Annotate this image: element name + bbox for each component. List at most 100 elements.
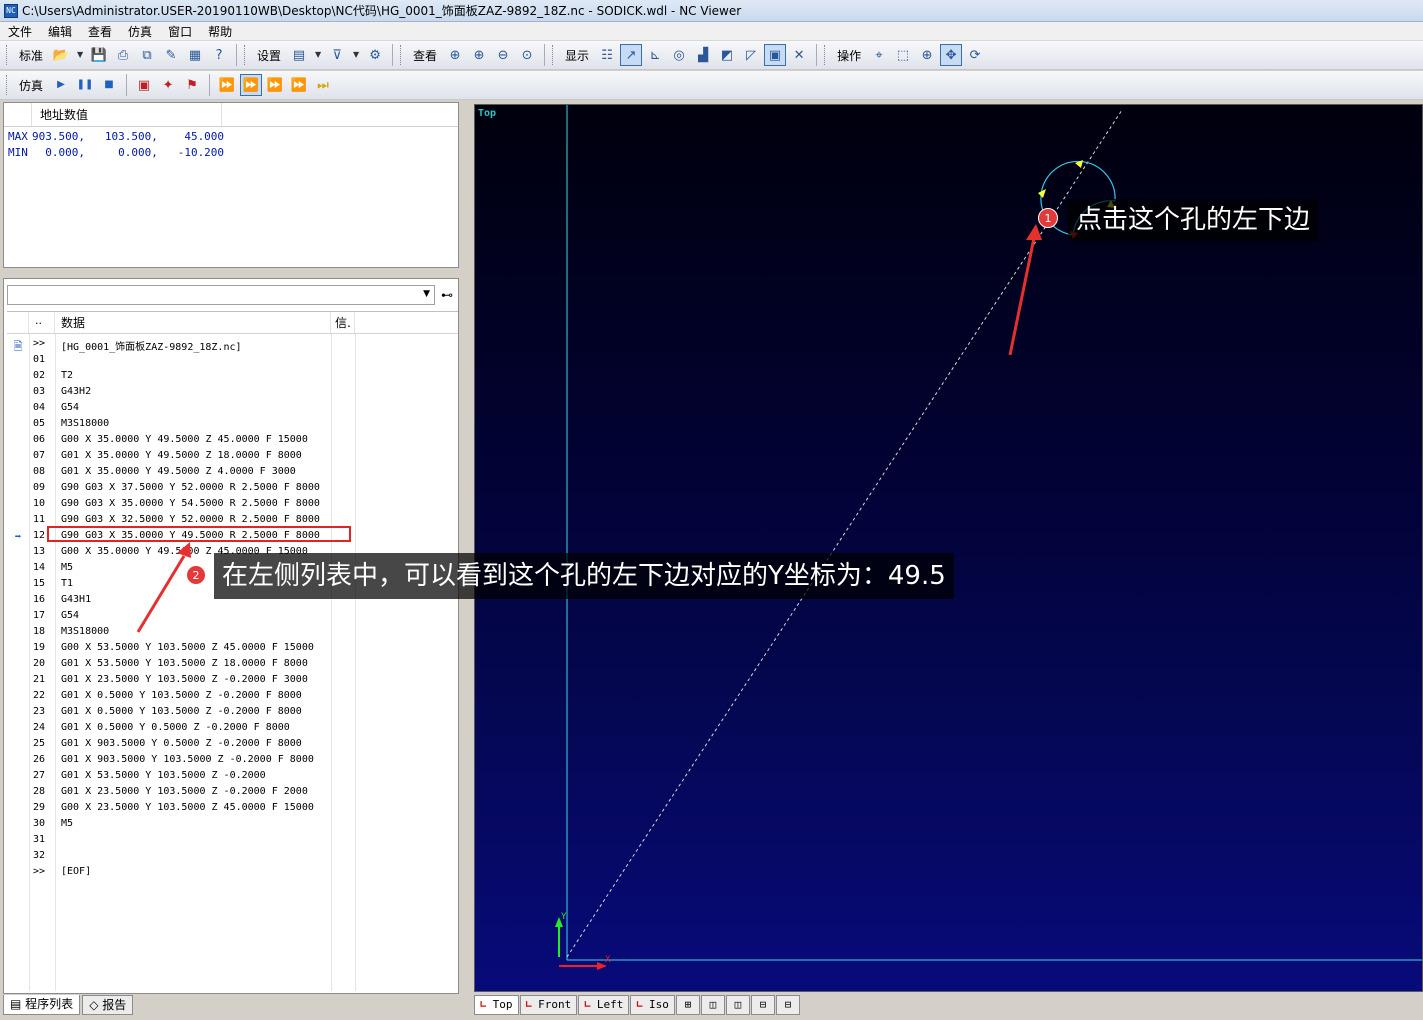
layout-button[interactable]: ◫ bbox=[725, 995, 750, 1015]
program-row[interactable]: 18 M3S18000 bbox=[7, 626, 458, 642]
header-data[interactable]: 数据 bbox=[55, 312, 331, 333]
layout-button[interactable]: ◫ bbox=[700, 995, 725, 1015]
tab-program-list[interactable]: ▤ 程序列表 bbox=[3, 995, 81, 1015]
program-row[interactable]: 17 G54 bbox=[7, 610, 458, 626]
tab-view-iso[interactable]: ∟ Iso bbox=[630, 995, 675, 1015]
edit-icon[interactable]: ✎ bbox=[160, 44, 182, 66]
line-number: 04 bbox=[33, 402, 46, 413]
toolbar-grip[interactable] bbox=[244, 45, 247, 65]
chevron-down-icon[interactable]: ▼ bbox=[312, 44, 324, 66]
save-icon[interactable]: 💾 bbox=[88, 44, 110, 66]
step-active-icon[interactable]: ⏩ bbox=[240, 74, 263, 96]
sim-option-icon[interactable]: ▣ bbox=[133, 74, 155, 96]
step-end-icon[interactable]: ⏭ bbox=[312, 74, 334, 96]
help-icon[interactable]: ? bbox=[208, 44, 230, 66]
zoom-fit-icon[interactable]: ⊙ bbox=[516, 44, 538, 66]
chevron-down-icon[interactable]: ▼ bbox=[350, 44, 362, 66]
tab-report[interactable]: ◇ 报告 bbox=[82, 995, 134, 1015]
list-view-icon[interactable]: ☷ bbox=[596, 44, 618, 66]
zoom-in-icon[interactable]: ⊕ bbox=[468, 44, 490, 66]
step-fast-icon[interactable]: ⏩ bbox=[216, 74, 238, 96]
pan-icon[interactable]: ✥ bbox=[940, 44, 963, 66]
program-row[interactable]: 27 G01 X 53.5000 Y 103.5000 Z -0.2000 bbox=[7, 770, 458, 786]
layout-button[interactable]: ⊟ bbox=[750, 995, 775, 1015]
toolbar-grip[interactable] bbox=[400, 45, 403, 65]
program-row[interactable]: 06 G00 X 35.0000 Y 49.5000 Z 45.0000 F 15… bbox=[7, 434, 458, 450]
toolbar-grip[interactable] bbox=[6, 75, 9, 95]
program-row[interactable]: 07 G01 X 35.0000 Y 49.5000 Z 18.0000 F 80… bbox=[7, 450, 458, 466]
tab-view-left[interactable]: ∟ Left bbox=[578, 995, 630, 1015]
program-row[interactable]: 10 G90 G03 X 35.0000 Y 54.5000 R 2.5000 F… bbox=[7, 498, 458, 514]
menu-simulate[interactable]: 仿真 bbox=[126, 23, 154, 40]
toolpath-icon[interactable]: ↗ bbox=[620, 44, 643, 66]
program-row[interactable]: 20 G01 X 53.5000 Y 103.5000 Z 18.0000 F 8… bbox=[7, 658, 458, 674]
rotate-icon[interactable]: ⟳ bbox=[964, 44, 986, 66]
sim-tool-icon[interactable]: ✦ bbox=[157, 74, 179, 96]
tab-view-top[interactable]: ∟ Top bbox=[474, 995, 519, 1015]
tab-view-front[interactable]: ∟ Front bbox=[519, 995, 578, 1015]
filter-icon[interactable]: ⊽ bbox=[326, 44, 348, 66]
header-dots[interactable]: .. bbox=[29, 312, 55, 333]
play-icon[interactable]: ▶ bbox=[50, 74, 72, 96]
print-icon[interactable]: ⎙ bbox=[112, 44, 134, 66]
delete-icon[interactable]: ✕ bbox=[788, 44, 810, 66]
step-double-icon[interactable]: ⏩ bbox=[288, 74, 310, 96]
step-next-icon[interactable]: ⏩ bbox=[264, 74, 286, 96]
program-row[interactable]: 05 M3S18000 bbox=[7, 418, 458, 434]
menu-file[interactable]: 文件 bbox=[6, 23, 34, 40]
program-row[interactable]: 21 G01 X 23.5000 Y 103.5000 Z -0.2000 F 3… bbox=[7, 674, 458, 690]
header-info[interactable]: 信. bbox=[331, 312, 355, 333]
program-row[interactable]: 25 G01 X 903.5000 Y 0.5000 Z -0.2000 F 80… bbox=[7, 738, 458, 754]
program-row[interactable]: 30 M5 bbox=[7, 818, 458, 834]
corner-icon[interactable]: ◸ bbox=[740, 44, 762, 66]
menu-view[interactable]: 查看 bbox=[86, 23, 114, 40]
menu-window[interactable]: 窗口 bbox=[166, 23, 194, 40]
config-icon[interactable]: ⚙ bbox=[364, 44, 386, 66]
tool-icon[interactable]: ▟ bbox=[692, 44, 714, 66]
program-row[interactable]: 26 G01 X 903.5000 Y 103.5000 Z -0.2000 F … bbox=[7, 754, 458, 770]
program-row[interactable]: 03 G43H2 bbox=[7, 386, 458, 402]
chevron-down-icon[interactable]: ▼ bbox=[423, 289, 430, 299]
axes-icon[interactable]: ⊾ bbox=[644, 44, 666, 66]
frame-icon[interactable]: ▣ bbox=[764, 44, 787, 66]
menu-edit[interactable]: 编辑 bbox=[46, 23, 74, 40]
program-row[interactable]: 22 G01 X 0.5000 Y 103.5000 Z -0.2000 F 80… bbox=[7, 690, 458, 706]
program-row[interactable]: 32 bbox=[7, 850, 458, 866]
program-row[interactable]: 23 G01 X 0.5000 Y 103.5000 Z -0.2000 F 80… bbox=[7, 706, 458, 722]
binoculars-icon[interactable]: ⊷ bbox=[438, 285, 456, 305]
program-row[interactable]: 28 G01 X 23.5000 Y 103.5000 Z -0.2000 F 2… bbox=[7, 786, 458, 802]
open-folder-icon[interactable]: 📂 bbox=[50, 44, 72, 66]
menu-help[interactable]: 帮助 bbox=[206, 23, 234, 40]
program-row[interactable]: 04 G54 bbox=[7, 402, 458, 418]
program-row[interactable]: 09 G90 G03 X 37.5000 Y 52.0000 R 2.5000 F… bbox=[7, 482, 458, 498]
zoom-window-icon[interactable]: ⊕ bbox=[444, 44, 466, 66]
program-select[interactable]: ▼ bbox=[7, 285, 435, 305]
machine-icon[interactable]: ▦ bbox=[184, 44, 206, 66]
zoom-out-icon[interactable]: ⊖ bbox=[492, 44, 514, 66]
program-row[interactable]: 24 G01 X 0.5000 Y 0.5000 Z -0.2000 F 8000 bbox=[7, 722, 458, 738]
toolbar-grip[interactable] bbox=[6, 45, 9, 65]
copy-icon[interactable]: ⧉ bbox=[136, 44, 158, 66]
program-row[interactable]: 02 T2 bbox=[7, 370, 458, 386]
stop-icon[interactable]: ■ bbox=[98, 74, 120, 96]
plane-icon[interactable]: ◩ bbox=[716, 44, 738, 66]
layout-button[interactable]: ⊞ bbox=[675, 995, 700, 1015]
program-row[interactable]: 29 G00 X 23.5000 Y 103.5000 Z 45.0000 F 1… bbox=[7, 802, 458, 818]
pause-icon[interactable]: ❚❚ bbox=[74, 74, 96, 96]
program-row[interactable]: 08 G01 X 35.0000 Y 49.5000 Z 4.0000 F 300… bbox=[7, 466, 458, 482]
toolbar-grip[interactable] bbox=[552, 45, 555, 65]
program-row[interactable]: 01 bbox=[7, 354, 458, 370]
sim-flag-icon[interactable]: ⚑ bbox=[181, 74, 203, 96]
program-row[interactable]: 31 bbox=[7, 834, 458, 850]
measure-icon[interactable]: ⌖ bbox=[868, 44, 890, 66]
program-row[interactable]: 19 G00 X 53.5000 Y 103.5000 Z 45.0000 F 1… bbox=[7, 642, 458, 658]
program-row[interactable]: >> [EOF] bbox=[7, 866, 458, 882]
grid-icon[interactable]: ▤ bbox=[288, 44, 310, 66]
toolbar-grip[interactable] bbox=[824, 45, 827, 65]
program-row[interactable]: 🗎 >> [HG_0001_饰面板ZAZ-9892_18Z.nc] bbox=[7, 338, 458, 354]
zoom-icon[interactable]: ⊕ bbox=[916, 44, 938, 66]
camera-icon[interactable]: ◎ bbox=[668, 44, 690, 66]
select-icon[interactable]: ⬚ bbox=[892, 44, 914, 66]
layout-button[interactable]: ⊟ bbox=[775, 995, 800, 1015]
chevron-down-icon[interactable]: ▼ bbox=[74, 44, 86, 66]
